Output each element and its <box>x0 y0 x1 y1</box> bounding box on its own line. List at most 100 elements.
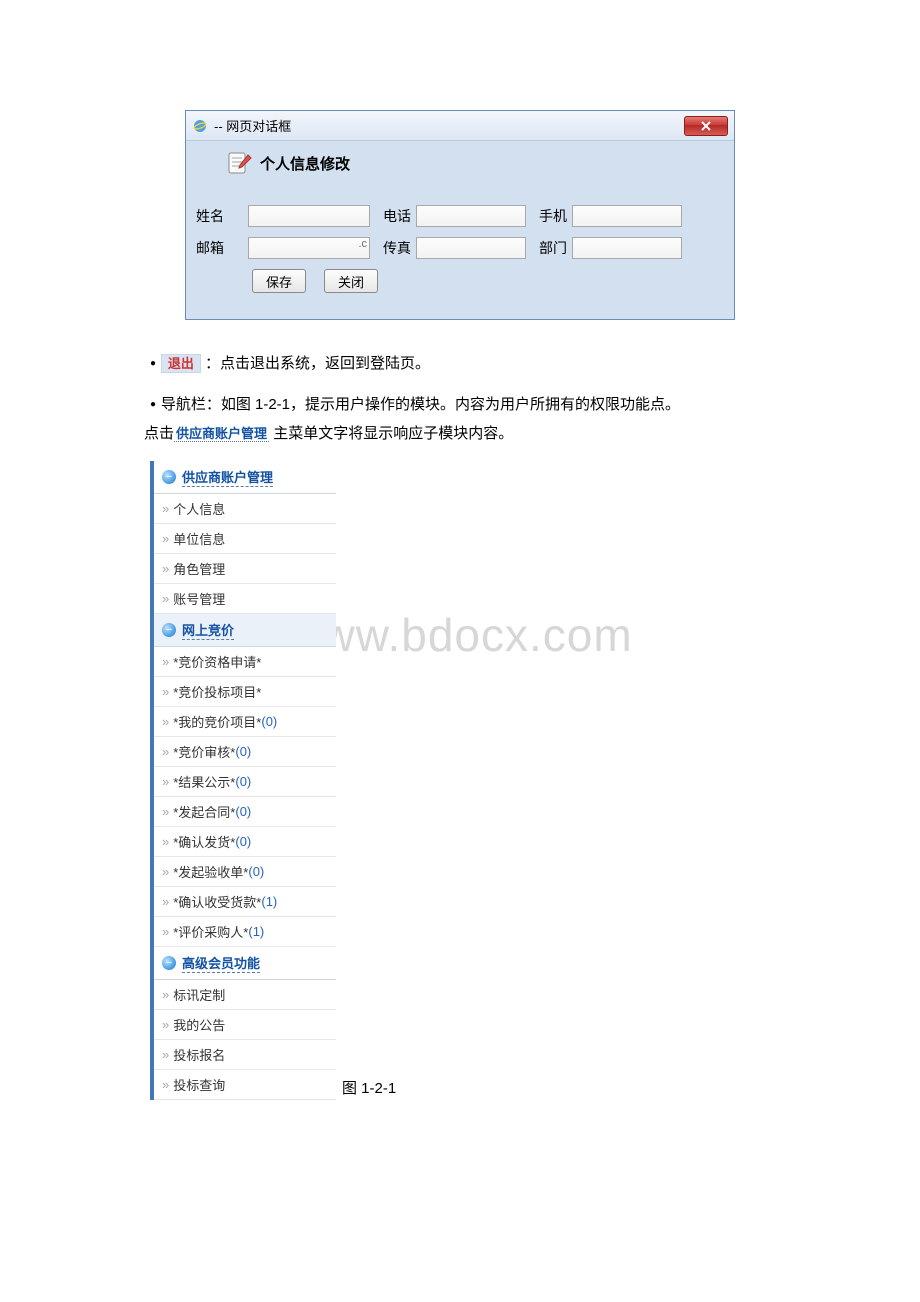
nav-pre: 点击 <box>144 425 174 442</box>
chevron-icon: » <box>162 561 169 576</box>
sidebar-item-count: (0) <box>235 804 251 819</box>
figure-caption: 图 1-2-1 <box>342 1077 396 1100</box>
sidebar-item-label: 投标查询 <box>173 1075 225 1094</box>
sidebar-item-label: 账号管理 <box>173 589 225 608</box>
sidebar-group-header[interactable]: −网上竞价 <box>154 614 336 647</box>
close-icon <box>701 121 711 131</box>
nav-line-1: 导航栏：如图 1-2-1，提示用户操作的模块。内容为用户所拥有的权限功能点。 <box>161 396 680 413</box>
chevron-icon: » <box>162 834 169 849</box>
sidebar-group-title: 高级会员功能 <box>182 953 260 973</box>
supplier-account-link[interactable]: 供应商账户管理 <box>174 426 269 442</box>
sidebar-item[interactable]: »个人信息 <box>154 494 336 524</box>
sidebar-item-label: *确认发货* <box>173 832 235 851</box>
sidebar-item-label: 投标报名 <box>173 1045 225 1064</box>
sidebar-item[interactable]: »*竞价资格申请* <box>154 647 336 677</box>
section-title: 个人信息修改 <box>260 153 350 174</box>
chevron-icon: » <box>162 864 169 879</box>
chevron-icon: » <box>162 924 169 939</box>
chevron-icon: » <box>162 684 169 699</box>
label-dept: 部门 <box>530 238 572 258</box>
sidebar-item-label: *竞价审核* <box>173 742 235 761</box>
sidebar-item[interactable]: » 投标报名 <box>154 1040 336 1070</box>
sidebar-item[interactable]: »*发起合同*(0) <box>154 797 336 827</box>
mobile-field[interactable] <box>572 205 682 227</box>
phone-field[interactable] <box>416 205 526 227</box>
label-email: 邮箱 <box>192 238 248 258</box>
sidebar-item-label: 个人信息 <box>173 499 225 518</box>
close-dialog-button[interactable]: 关闭 <box>324 269 378 293</box>
sidebar-item-label: 标讯定制 <box>173 985 225 1004</box>
sidebar-item-label: *结果公示* <box>173 772 235 791</box>
sidebar-item[interactable]: » *竞价投标项目* <box>154 677 336 707</box>
chevron-icon: » <box>162 1047 169 1062</box>
chevron-icon: » <box>162 804 169 819</box>
collapse-icon: − <box>162 470 176 484</box>
sidebar-group-title: 供应商账户管理 <box>182 467 273 487</box>
save-button[interactable]: 保存 <box>252 269 306 293</box>
label-phone: 电话 <box>374 206 416 226</box>
sidebar-item-count: (1) <box>248 924 264 939</box>
ie-icon <box>192 118 208 134</box>
chevron-icon: » <box>162 531 169 546</box>
chevron-icon: » <box>162 744 169 759</box>
sidebar-item-label: 我的公告 <box>173 1015 225 1034</box>
logout-text: ：点击退出系统，返回到登陆页。 <box>205 355 430 372</box>
sidebar-item-label: *确认收受货款* <box>173 892 261 911</box>
collapse-icon: − <box>162 623 176 637</box>
sidebar-item[interactable]: » *我的竞价项目*(0) <box>154 707 336 737</box>
sidebar-item[interactable]: »投标查询 <box>154 1070 336 1100</box>
chevron-icon: » <box>162 591 169 606</box>
label-fax: 传真 <box>374 238 416 258</box>
sidebar-item-count: (0) <box>261 714 277 729</box>
sidebar-item[interactable]: » 角色管理 <box>154 554 336 584</box>
fax-field[interactable] <box>416 237 526 259</box>
sidebar-item[interactable]: » *发起验收单*(0) <box>154 857 336 887</box>
sidebar-item[interactable]: » *竞价审核*(0) <box>154 737 336 767</box>
sidebar-item[interactable]: »我的公告 <box>154 1010 336 1040</box>
chevron-icon: » <box>162 714 169 729</box>
sidebar-group-title: 网上竞价 <box>182 620 234 640</box>
sidebar: −供应商账户管理»个人信息»单位信息»角色管理»账号管理−网上竞价»*竞价资格申… <box>150 461 336 1100</box>
chevron-icon: » <box>162 774 169 789</box>
dialog-titlebar: -- 网页对话框 <box>186 111 734 141</box>
sidebar-item[interactable]: » *评价采购人*(1) <box>154 917 336 947</box>
email-field[interactable]: .c <box>248 237 370 259</box>
sidebar-item[interactable]: »*确认发货*(0) <box>154 827 336 857</box>
sidebar-item[interactable]: » *结果公示*(0) <box>154 767 336 797</box>
dept-field[interactable] <box>572 237 682 259</box>
sidebar-item[interactable]: » 标讯定制 <box>154 980 336 1010</box>
sidebar-item-label: *竞价资格申请* <box>173 652 261 671</box>
sidebar-item[interactable]: » 账号管理 <box>154 584 336 614</box>
sidebar-item-label: *我的竞价项目* <box>173 712 261 731</box>
sidebar-item-count: (0) <box>235 774 251 789</box>
sidebar-item[interactable]: » *确认收受货款*(1) <box>154 887 336 917</box>
logout-pill[interactable]: 退出 <box>161 354 201 373</box>
sidebar-item-count: (0) <box>235 744 251 759</box>
collapse-icon: − <box>162 956 176 970</box>
form: 姓名 电话 手机 邮箱 .c 传真 部门 保存 关闭 <box>186 185 734 319</box>
sidebar-item-count: (1) <box>261 894 277 909</box>
chevron-icon: » <box>162 987 169 1002</box>
sidebar-group-header[interactable]: −供应商账户管理 <box>154 461 336 494</box>
sidebar-item-label: *竞价投标项目* <box>173 682 261 701</box>
close-button[interactable] <box>684 116 728 136</box>
nav-paragraph-2: 点击供应商账户管理 主菜单文字将显示响应子模块内容。 <box>144 420 770 447</box>
label-mobile: 手机 <box>530 206 572 226</box>
sidebar-item-label: 角色管理 <box>173 559 225 578</box>
section-header: 个人信息修改 <box>186 141 734 185</box>
chevron-icon: » <box>162 894 169 909</box>
sidebar-item-label: *发起验收单* <box>173 862 248 881</box>
sidebar-group-header[interactable]: −高级会员功能 <box>154 947 336 980</box>
sidebar-item-count: (0) <box>248 864 264 879</box>
logout-paragraph: 退出 ：点击退出系统，返回到登陆页。 <box>150 350 770 377</box>
sidebar-item-label: 单位信息 <box>173 529 225 548</box>
sidebar-item[interactable]: » 单位信息 <box>154 524 336 554</box>
sidebar-item-label: *评价采购人* <box>173 922 248 941</box>
edit-note-icon <box>226 149 254 177</box>
web-dialog: -- 网页对话框 个人信息修改 姓名 电话 <box>185 110 735 320</box>
nav-paragraph-1: 导航栏：如图 1-2-1，提示用户操作的模块。内容为用户所拥有的权限功能点。 <box>150 391 770 418</box>
dialog-title: -- 网页对话框 <box>214 116 684 135</box>
name-field[interactable] <box>248 205 370 227</box>
label-name: 姓名 <box>192 206 248 226</box>
nav-post: 主菜单文字将显示响应子模块内容。 <box>269 425 513 442</box>
